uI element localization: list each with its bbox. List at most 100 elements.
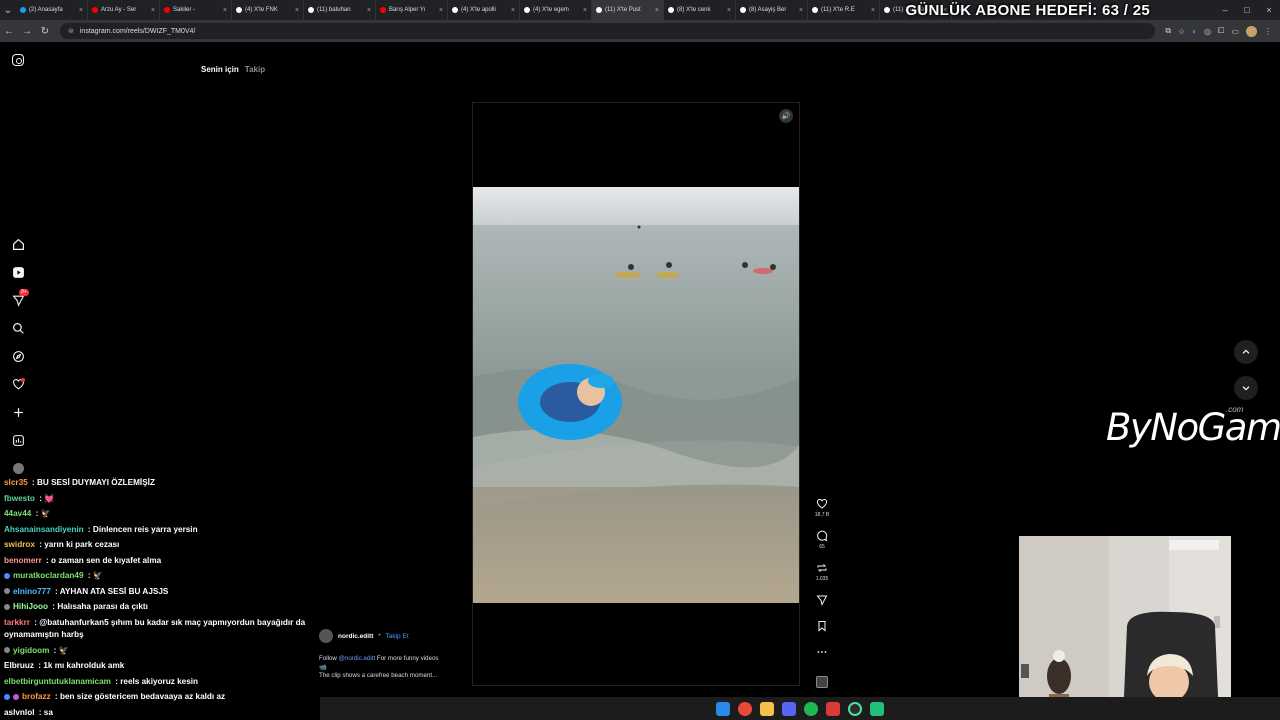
tab-close-icon[interactable]: ×	[581, 7, 587, 14]
tab-for-you[interactable]: Senin için	[201, 65, 239, 74]
install-app-icon[interactable]: ⧉	[1165, 26, 1171, 36]
browser-tab[interactable]: Arzu Ay - Ser ×	[88, 0, 160, 20]
chat-badge-icon	[4, 603, 10, 610]
browser-tab[interactable]: (4) X'te egem ×	[520, 0, 592, 20]
reload-icon[interactable]: ↻	[36, 20, 54, 42]
browser-tab[interactable]: Sakiler - ×	[160, 0, 232, 20]
previous-reel-button[interactable]	[1234, 340, 1258, 364]
start-menu-icon[interactable]	[716, 701, 730, 716]
like-action[interactable]: 18,7 B	[815, 498, 829, 530]
tab-favicon	[524, 7, 530, 13]
tab-label: (4) X'te egem	[533, 7, 569, 13]
chat-text: 🦅	[58, 645, 69, 655]
screen: ⌄ (2) Anasayfa × Arzu Ay - Ser × Sakiler -…	[0, 0, 1280, 720]
instagram-logo-icon[interactable]	[12, 54, 24, 66]
follow-button[interactable]: Takip Et	[386, 633, 409, 640]
more-action[interactable]	[816, 646, 828, 672]
tab-favicon	[20, 7, 26, 13]
browser-tab[interactable]: (11) batuhan ×	[304, 0, 376, 20]
browser-tab[interactable]: (11) X'te R.E ×	[808, 0, 880, 20]
tab-label: (11) batuhan	[317, 7, 351, 13]
author-row: nordic.editt • Takip Et	[319, 629, 469, 643]
extension-icon[interactable]: ◎	[1204, 27, 1211, 36]
tab-label: Arzu Ay - Ser	[101, 7, 137, 13]
browser-tab[interactable]: (4) X'te apolli ×	[448, 0, 520, 20]
subscriber-goal-overlay: GÜNLÜK ABONE HEDEFİ: 63 / 25	[905, 2, 1150, 19]
messages-icon[interactable]: 9+	[8, 286, 29, 314]
browser-tab[interactable]: Barış Alper Yı ×	[376, 0, 448, 20]
maximize-button[interactable]: □	[1236, 0, 1258, 20]
tab-search-button[interactable]: ⌄	[0, 0, 16, 20]
share-action[interactable]	[816, 594, 828, 620]
minimize-button[interactable]: –	[1214, 0, 1236, 20]
tab-close-icon[interactable]: ×	[293, 7, 299, 14]
search-icon[interactable]	[8, 314, 28, 342]
back-icon[interactable]: ←	[0, 20, 18, 42]
dashboard-icon[interactable]	[8, 426, 28, 454]
chat-message: muratkoclardan49 : 🦅	[0, 568, 320, 584]
chat-message: swidrox : yarın ki park cezası	[4, 540, 120, 549]
app-green-icon[interactable]	[870, 701, 884, 716]
browser-extensions: ⧉ ☆ ◐ ◎ ⧠ ▭ ⋮	[1165, 25, 1280, 37]
browser-tab[interactable]: (4) X'te FNK ×	[232, 0, 304, 20]
tab-close-icon[interactable]: ×	[77, 7, 83, 14]
tab-close-icon[interactable]: ×	[797, 7, 803, 14]
save-action[interactable]	[816, 620, 828, 646]
tab-close-icon[interactable]: ×	[149, 7, 155, 14]
tab-close-icon[interactable]: ×	[221, 7, 227, 14]
profile-avatar[interactable]	[1246, 25, 1257, 37]
extension-icon[interactable]: ◐	[1192, 27, 1197, 36]
tab-following[interactable]: Takip	[245, 65, 265, 74]
chat-username: swidrox	[4, 540, 35, 549]
browser-tab-active[interactable]: (11) X'te Pust ×	[592, 0, 664, 20]
chat-badge-icon	[4, 693, 10, 700]
author-avatar[interactable]	[319, 629, 333, 643]
browser-menu-icon[interactable]: ⋮	[1264, 27, 1272, 36]
comment-action[interactable]: 65	[816, 530, 828, 562]
site-info-icon[interactable]: ⊜	[68, 27, 74, 35]
create-icon[interactable]	[8, 398, 28, 426]
sidebar-icon[interactable]: ▭	[1231, 27, 1239, 36]
chat-username: tarkkrr	[4, 617, 30, 627]
tab-close-icon[interactable]: ×	[869, 7, 875, 14]
sidebar-nav: 9+	[8, 230, 29, 482]
tab-close-icon[interactable]: ×	[653, 7, 659, 14]
browser-tab[interactable]: (2) Anasayfa ×	[16, 0, 88, 20]
app-circle-icon[interactable]	[848, 701, 862, 716]
sponsor-logo: ByNoGame	[1106, 406, 1280, 449]
chat-username: elnino777	[13, 586, 51, 596]
explore-icon[interactable]	[8, 342, 28, 370]
close-window-button[interactable]: ×	[1258, 0, 1280, 20]
app-x-icon[interactable]	[826, 701, 840, 716]
home-icon[interactable]	[8, 230, 28, 258]
audio-thumbnail[interactable]	[816, 676, 828, 688]
repost-action[interactable]: 1.035	[816, 562, 828, 594]
chat-message: tarkkrr : @batuhanfurkan5 şıhım bu kadar…	[4, 617, 306, 639]
author-name[interactable]: nordic.editt	[338, 633, 373, 640]
tab-close-icon[interactable]: ×	[725, 7, 731, 14]
discord-icon[interactable]	[782, 701, 796, 716]
volume-icon[interactable]: 🔊	[779, 109, 793, 123]
chrome-icon[interactable]	[738, 701, 752, 716]
reel-video[interactable]: 🔊	[472, 102, 800, 686]
tab-close-icon[interactable]: ×	[365, 7, 371, 14]
tab-close-icon[interactable]: ×	[509, 7, 515, 14]
chat-text: Dinlencen reis yarra yersin	[92, 524, 198, 534]
extensions-puzzle-icon[interactable]: ⧠	[1218, 26, 1224, 36]
caption-mention[interactable]: @nordic.editt	[339, 655, 376, 662]
browser-tab[interactable]: (8) Asayiş Ber ×	[736, 0, 808, 20]
reels-icon[interactable]	[8, 258, 28, 286]
reel-actions: 18,7 B 65 1.035	[812, 498, 832, 688]
next-reel-button[interactable]	[1234, 376, 1258, 400]
chat-message: Ahsanainsandiyenin : Dinlencen reis yarr…	[4, 524, 198, 534]
stream-chat: slcr35 : BU SESİ DUYMAYI ÖZLEMİŞİZ fbwes…	[0, 475, 320, 720]
notifications-icon[interactable]	[8, 370, 28, 398]
spotify-icon[interactable]	[804, 701, 818, 716]
browser-tab[interactable]: (8) X'te cenk ×	[664, 0, 736, 20]
tab-close-icon[interactable]: ×	[437, 7, 443, 14]
chat-username: muratkoclardan49	[13, 571, 84, 580]
file-explorer-icon[interactable]	[760, 701, 774, 716]
bookmark-star-icon[interactable]: ☆	[1178, 27, 1185, 36]
address-bar[interactable]: ⊜ instagram.com/reels/DWIZF_TM0V4/	[60, 23, 1156, 39]
forward-icon[interactable]: →	[18, 20, 36, 42]
